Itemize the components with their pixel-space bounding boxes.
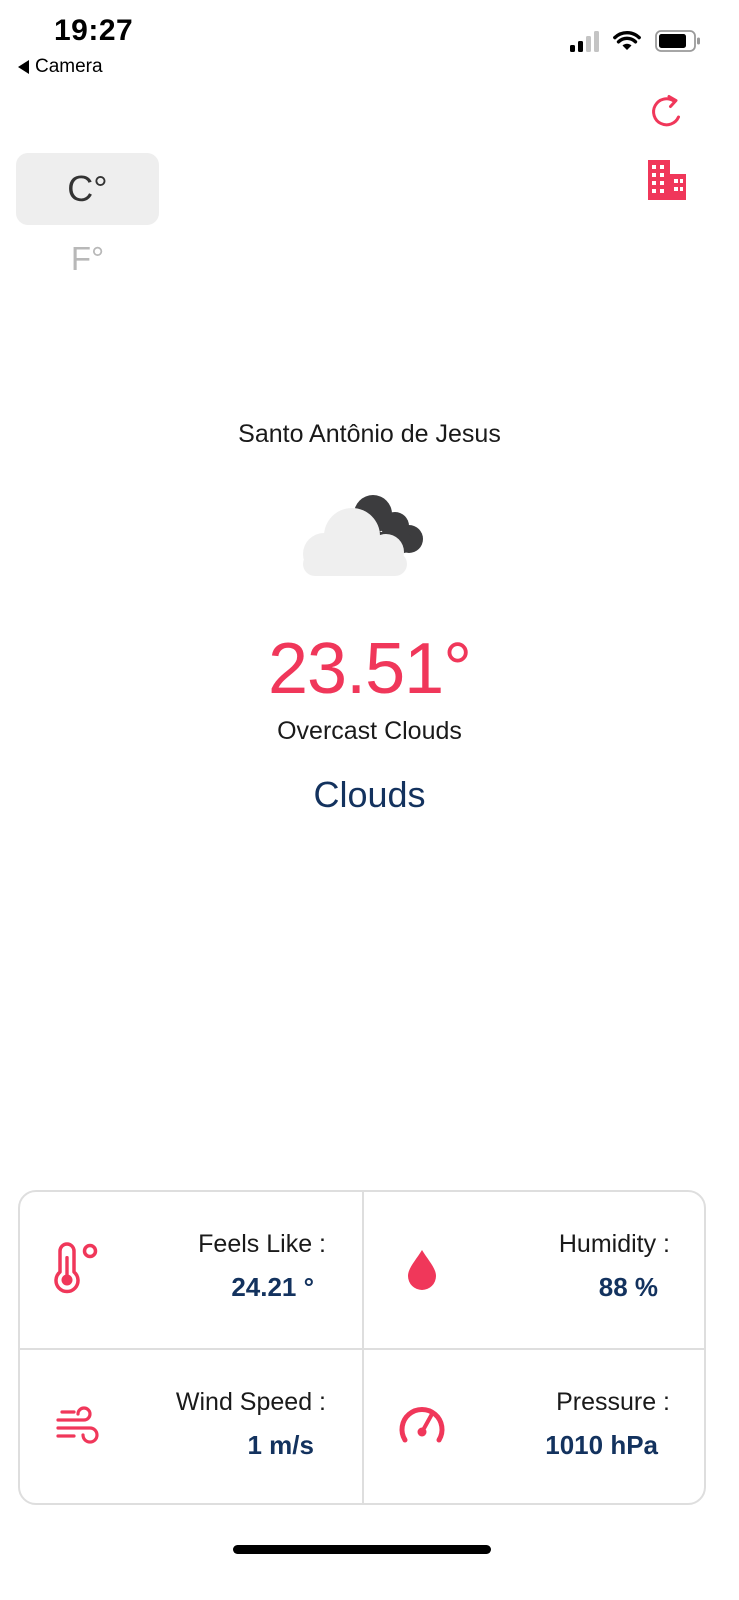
city-search-button[interactable] bbox=[644, 158, 688, 202]
feels-like-cell: Feels Like : 24.21 ° bbox=[20, 1192, 362, 1348]
fahrenheit-option[interactable]: F° bbox=[16, 236, 159, 282]
refresh-button[interactable] bbox=[646, 91, 688, 133]
status-icons bbox=[570, 30, 701, 52]
back-to-app-button[interactable]: Camera bbox=[18, 56, 103, 78]
wind-icon bbox=[50, 1398, 106, 1454]
gauge-icon bbox=[394, 1398, 450, 1454]
home-indicator[interactable] bbox=[233, 1545, 491, 1554]
pressure-cell: Pressure : 1010 hPa bbox=[364, 1350, 704, 1503]
thermometer-icon bbox=[50, 1240, 106, 1296]
celsius-option[interactable]: C° bbox=[16, 153, 159, 225]
humidity-value: 88 % bbox=[598, 1272, 658, 1302]
refresh-icon bbox=[652, 95, 680, 127]
weather-stats-card: Feels Like : 24.21 ° Humidity : 88 % Win… bbox=[18, 1190, 706, 1505]
wind-speed-cell: Wind Speed : 1 m/s bbox=[20, 1350, 362, 1503]
temperature: 23.51° bbox=[268, 629, 472, 709]
pressure-value: 1010 hPa bbox=[545, 1430, 658, 1460]
back-arrow-icon bbox=[18, 60, 29, 74]
humidity-label: Humidity : bbox=[558, 1230, 670, 1258]
feels-like-value: 24.21 ° bbox=[231, 1272, 314, 1302]
humidity-cell: Humidity : 88 % bbox=[364, 1192, 704, 1348]
weather-description: Overcast Clouds bbox=[277, 717, 462, 745]
pressure-label: Pressure : bbox=[556, 1388, 670, 1416]
cloudy-icon bbox=[298, 492, 428, 582]
back-app-label: Camera bbox=[35, 56, 103, 77]
water-drop-icon bbox=[394, 1240, 450, 1296]
city-name: Santo Antônio de Jesus bbox=[238, 420, 501, 448]
weather-main: Clouds bbox=[313, 774, 426, 815]
battery-icon bbox=[655, 30, 700, 52]
wind-speed-label: Wind Speed : bbox=[175, 1388, 326, 1416]
status-time: 19:27 bbox=[54, 14, 134, 47]
wifi-icon bbox=[613, 30, 641, 50]
cellular-signal-icon bbox=[570, 30, 599, 52]
building-icon bbox=[648, 160, 686, 200]
wind-speed-value: 1 m/s bbox=[247, 1430, 315, 1460]
feels-like-label: Feels Like : bbox=[198, 1230, 326, 1258]
